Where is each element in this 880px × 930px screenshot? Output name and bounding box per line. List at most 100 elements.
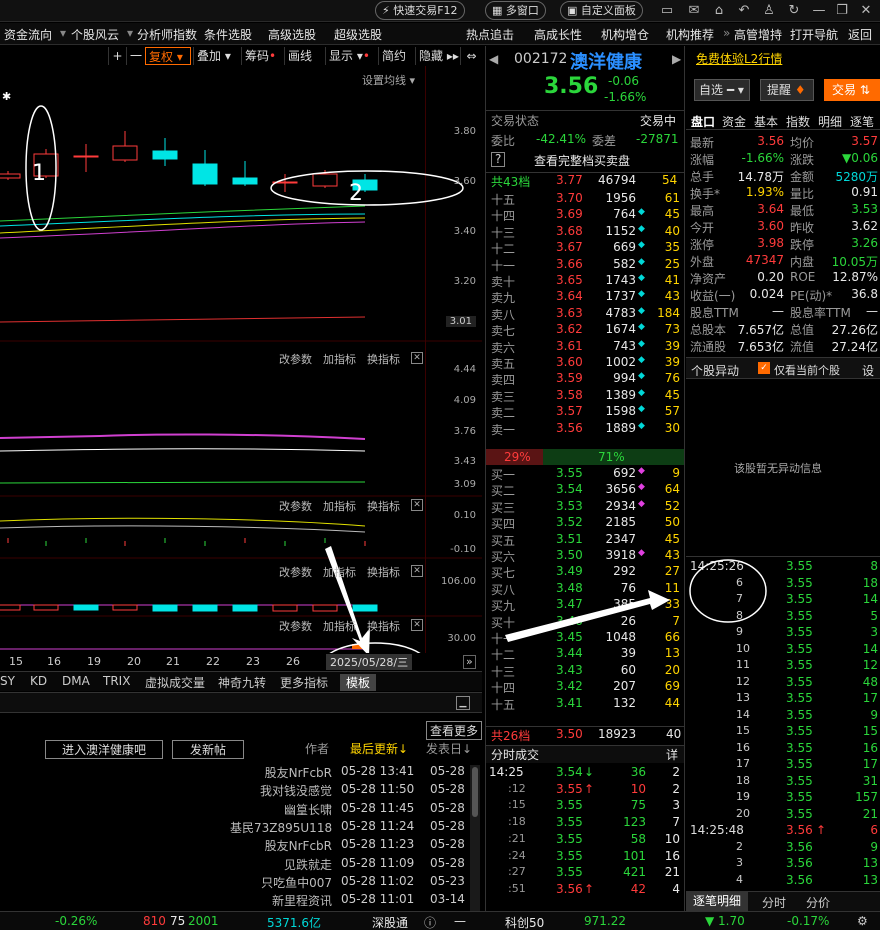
sell-level-row[interactable]: 十一 3.66 582 ◆ 25 — [486, 257, 684, 273]
sell-level-row[interactable]: 卖九 3.64 1737 ◆ 43 — [486, 289, 684, 305]
settings-gear-icon[interactable]: ⚙ — [857, 914, 868, 928]
indicator-tab[interactable]: DMA — [62, 674, 90, 688]
buy-level-row[interactable]: 买四 3.52 2185 50 — [486, 515, 684, 531]
buy-level-row[interactable]: 十四 3.42 207 69 — [486, 679, 684, 695]
indicator-tab[interactable]: 更多指标 — [280, 674, 328, 691]
sell-level-row[interactable]: 十二 3.67 669 ◆ 35 — [486, 240, 684, 256]
indicator-tab[interactable]: 虚拟成交量 — [145, 674, 205, 691]
collapse-icon[interactable]: ▁ — [456, 696, 470, 710]
add-indicator-button[interactable]: 加指标 — [323, 566, 356, 579]
add-indicator-button[interactable]: 加指标 — [323, 500, 356, 513]
menu-item-exec-add[interactable]: 高管增持 — [734, 26, 782, 43]
menu-item-high-growth[interactable]: 高成长性 — [534, 26, 582, 43]
add-indicator-button[interactable]: 加指标 — [323, 353, 356, 366]
close-pane-icon[interactable]: ✕ — [411, 619, 423, 631]
buy-level-row[interactable]: 十二 3.44 39 13 — [486, 646, 684, 662]
menu-item-inst-recommend[interactable]: 机构推荐 — [666, 26, 714, 43]
buy-level-row[interactable]: 十五 3.41 132 44 — [486, 696, 684, 712]
post-author[interactable]: 见跌就走 — [230, 856, 332, 873]
tab-price-dist[interactable]: 分价 — [806, 894, 830, 911]
multi-window-button[interactable]: ▦ 多窗口 — [485, 1, 546, 20]
sell-level-row[interactable]: 卖二 3.57 1598 ◆ 57 — [486, 404, 684, 420]
buy-level-row[interactable]: 买三 3.53 2934 ◆ 52 — [486, 499, 684, 515]
switch-indicator-button[interactable]: 换指标 — [367, 500, 400, 513]
change-param-button[interactable]: 改参数 — [279, 353, 312, 366]
tab-fund[interactable]: 资金 — [722, 113, 746, 130]
forum-post-row[interactable]: 股友NrFcbR 05-28 11:23 05-28 — [0, 836, 470, 854]
stock-name[interactable]: 澳洋健康 — [570, 48, 642, 74]
minimize-icon[interactable]: — — [810, 2, 828, 20]
anomaly-filter-label[interactable]: 仅看当前个股 — [774, 362, 840, 378]
switch-indicator-button[interactable]: 换指标 — [367, 566, 400, 579]
prev-stock-icon[interactable]: ◀ — [489, 52, 498, 66]
buy-level-row[interactable]: 买五 3.51 2347 45 — [486, 532, 684, 548]
col-posted[interactable]: 发表日↓ — [426, 740, 472, 757]
menu-item-analyst-index[interactable]: 分析师指数 — [137, 26, 197, 43]
indicator-tab[interactable]: TRIX — [103, 674, 130, 688]
sell-level-row[interactable]: 卖六 3.61 743 ◆ 39 — [486, 339, 684, 355]
buy-level-row[interactable]: 买八 3.48 76 11 — [486, 581, 684, 597]
sell-level-row[interactable]: 卖三 3.58 1389 ◆ 45 — [486, 388, 684, 404]
buy-level-row[interactable]: 买九 3.47 385 33 — [486, 597, 684, 613]
sell-level-row[interactable]: 卖七 3.62 1674 ◆ 73 — [486, 322, 684, 338]
refresh-icon[interactable]: ↻ — [785, 2, 803, 20]
sgt-label[interactable]: 深股通 — [372, 914, 408, 930]
checkbox-checked-icon[interactable]: ✓ — [758, 362, 770, 374]
sell-level-row[interactable]: 卖八 3.63 4783 ◆ 184 — [486, 306, 684, 322]
undo-icon[interactable]: ↶ — [735, 2, 753, 20]
scroll-right-icon[interactable]: » — [463, 655, 476, 669]
close-pane-icon[interactable]: ✕ — [411, 499, 423, 511]
anomaly-settings-button[interactable]: 设 — [862, 362, 874, 379]
enter-forum-button[interactable]: 进入澳洋健康吧 — [45, 740, 163, 759]
view-full-book-link[interactable]: 查看完整档买卖盘 — [534, 152, 630, 169]
forum-post-row[interactable]: 只吃鱼中007 05-28 11:02 05-23 — [0, 873, 470, 891]
sell-level-row[interactable]: 卖一 3.56 1889 ◆ 30 — [486, 421, 684, 437]
kc50-label[interactable]: 科创50 — [505, 914, 544, 930]
post-author[interactable]: 基民73Z895U118 — [230, 819, 332, 836]
free-l2-link[interactable]: 免费体验L2行情 — [696, 50, 782, 67]
forum-post-row[interactable]: 股友NrFcbR 05-28 13:41 05-28 — [0, 763, 470, 781]
shirt-icon[interactable]: ♙ — [760, 2, 778, 20]
buy-level-row[interactable]: 买七 3.49 292 27 — [486, 564, 684, 580]
menu-item-super-pick[interactable]: 超级选股 — [334, 26, 382, 43]
forum-post-row[interactable]: 我对钱没感觉 05-28 11:50 05-28 — [0, 781, 470, 799]
sell-level-row[interactable]: 十五 3.70 1956 61 — [486, 191, 684, 207]
menu-item-back[interactable]: 返回 — [848, 26, 872, 43]
buy-level-row[interactable]: 买十 3.46 26 7 — [486, 614, 684, 630]
post-author[interactable]: 股友NrFcbR — [230, 764, 332, 781]
buy-level-row[interactable]: 十一 3.45 1048 66 — [486, 630, 684, 646]
restore-icon[interactable]: ❐ — [833, 2, 851, 20]
forum-post-row[interactable]: 幽篁长啸 05-28 11:45 05-28 — [0, 800, 470, 818]
tab-time-share[interactable]: 分时 — [762, 894, 786, 911]
switch-indicator-button[interactable]: 换指标 — [367, 353, 400, 366]
indicator-tab[interactable]: KD — [30, 674, 47, 688]
forum-post-row[interactable]: 基民73Z895U118 05-28 11:24 05-28 — [0, 818, 470, 836]
help-icon[interactable]: ? — [491, 152, 506, 167]
sell-level-row[interactable]: 卖五 3.60 1002 ◆ 39 — [486, 355, 684, 371]
watchlist-button[interactable]: 自选 ━ ▾ — [694, 79, 750, 101]
mail-icon[interactable]: ✉ — [685, 2, 703, 20]
change-param-button[interactable]: 改参数 — [279, 566, 312, 579]
view-full-book-row[interactable]: ? 查看完整档买卖盘 — [486, 152, 684, 168]
tab-basic[interactable]: 基本 — [754, 113, 778, 130]
tab-tick[interactable]: 逐笔 — [850, 113, 874, 130]
menu-item-advanced-pick[interactable]: 高级选股 — [268, 26, 316, 43]
indicator-tab-template[interactable]: 模板 — [340, 674, 377, 691]
buy-level-row[interactable]: 买六 3.50 3918 ◆ 43 — [486, 548, 684, 564]
post-author[interactable]: 我对钱没感觉 — [230, 782, 332, 799]
new-post-button[interactable]: 发新帖 — [172, 740, 244, 759]
indicator-tab[interactable]: SY — [0, 674, 15, 688]
quick-trade-button[interactable]: ⚡ 快速交易F12 — [375, 1, 465, 20]
change-param-button[interactable]: 改参数 — [279, 500, 312, 513]
post-author[interactable]: 新里程资讯 — [230, 892, 332, 909]
home-icon[interactable]: ⌂ — [710, 2, 728, 20]
next-stock-icon[interactable]: ▶ — [672, 52, 681, 66]
kline-chart-area[interactable]: + 一 复权 ▾ 叠加 ▾ 筹码• 画线 显示 ▾• 简约 隐藏 ▸▸ ⇔ 设置… — [0, 46, 482, 691]
sell-level-row[interactable]: 十四 3.69 764 ◆ 45 — [486, 207, 684, 223]
indicator-tab[interactable]: 神奇九转 — [218, 674, 266, 691]
trade-button[interactable]: 交易 ⇅ — [824, 79, 880, 101]
forum-scrollbar[interactable] — [470, 765, 480, 913]
buy-level-row[interactable]: 买二 3.54 3656 ◆ 64 — [486, 482, 684, 498]
sell-level-row[interactable]: 卖四 3.59 994 ◆ 76 — [486, 371, 684, 387]
post-author[interactable]: 只吃鱼中007 — [230, 874, 332, 891]
